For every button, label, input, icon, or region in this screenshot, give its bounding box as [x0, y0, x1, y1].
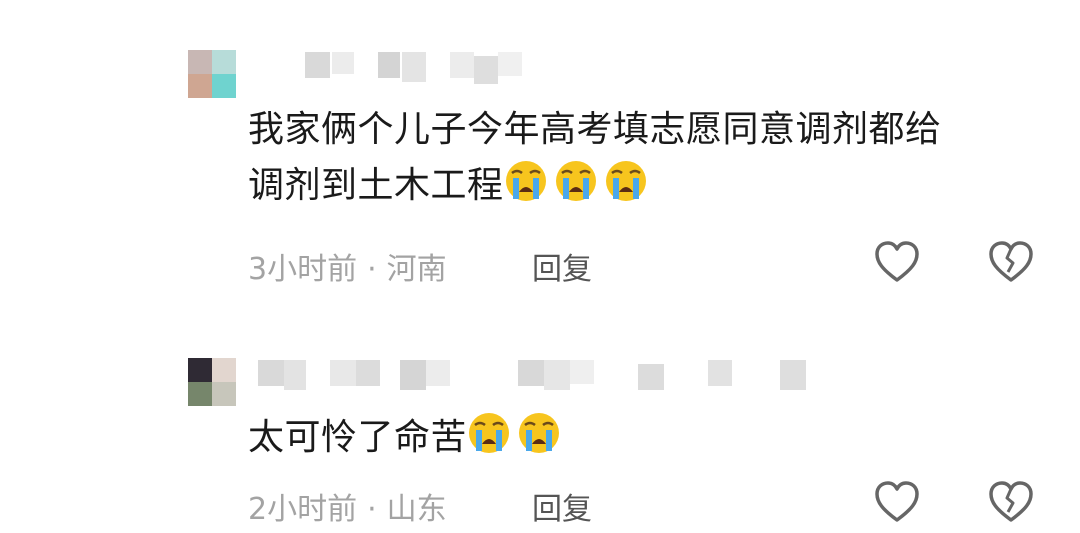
heart-outline-icon[interactable] — [872, 238, 922, 288]
comment-text: 太可怜了命苦 — [248, 410, 1048, 466]
comment-time: 3小时前 — [248, 252, 358, 287]
comment-location: 山东 — [386, 492, 447, 527]
heart-outline-icon[interactable] — [872, 478, 922, 528]
broken-heart-icon[interactable] — [986, 478, 1036, 528]
loudly-crying-face-icon — [504, 159, 548, 203]
comment-text-line: 我家俩个儿子今年高考填志愿同意调剂都给 — [248, 109, 942, 150]
reply-button[interactable]: 回复 — [532, 244, 592, 288]
comment-meta: 3小时前 · 河南 — [248, 244, 447, 288]
avatar[interactable] — [188, 358, 236, 406]
comment-location: 河南 — [386, 252, 447, 287]
meta-separator: · — [367, 492, 377, 527]
comment-time: 2小时前 — [248, 492, 358, 527]
avatar[interactable] — [188, 50, 236, 98]
loudly-crying-face-icon — [467, 411, 511, 455]
loudly-crying-face-icon — [517, 411, 561, 455]
broken-heart-icon[interactable] — [986, 238, 1036, 288]
comment-text: 我家俩个儿子今年高考填志愿同意调剂都给 调剂到土木工程 — [248, 102, 1048, 214]
meta-separator: · — [367, 252, 377, 287]
loudly-crying-face-icon — [604, 159, 648, 203]
comment-text-line: 太可怜了命苦 — [248, 410, 1048, 466]
comment-text-line: 调剂到土木工程 — [248, 158, 1048, 214]
comment-meta: 2小时前 · 山东 — [248, 484, 447, 528]
reply-button[interactable]: 回复 — [532, 484, 592, 528]
loudly-crying-face-icon — [554, 159, 598, 203]
